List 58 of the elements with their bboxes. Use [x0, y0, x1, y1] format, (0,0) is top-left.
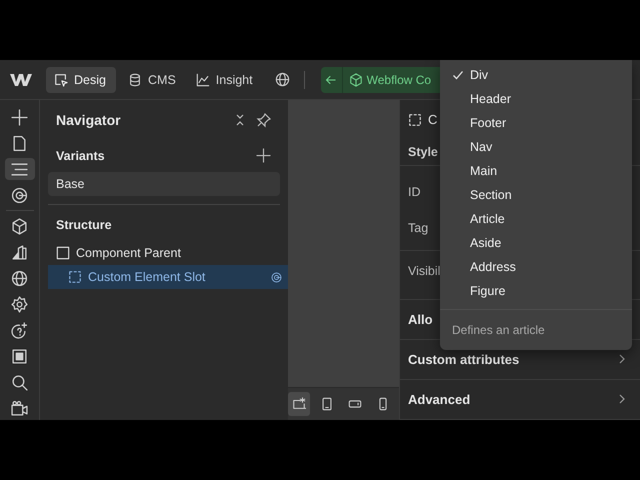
variant-item[interactable]: Base	[48, 172, 280, 196]
menu-option[interactable]: Aside	[440, 231, 632, 255]
logo-icon[interactable]	[10, 72, 32, 86]
plus-icon	[11, 108, 28, 126]
checkbox-icon	[56, 246, 70, 260]
section-heading: Variants	[56, 149, 106, 163]
menu-icon	[11, 160, 28, 178]
dashed-square-icon	[68, 270, 82, 284]
gear-icon	[11, 296, 28, 312]
dashed-square-icon	[408, 112, 422, 127]
menu-option[interactable]: Div	[440, 63, 632, 87]
cursor-icon	[54, 72, 68, 86]
globe-icon	[11, 270, 28, 286]
nav-tab[interactable]: Insight	[188, 66, 261, 92]
help-icon	[11, 322, 28, 338]
device-button[interactable]	[288, 392, 310, 416]
menu-option[interactable]: Header	[440, 87, 632, 111]
camera-icon	[11, 400, 28, 416]
pin-button[interactable]	[256, 112, 272, 128]
menu-option[interactable]: Address	[440, 255, 632, 279]
field-label: Visibil	[408, 264, 440, 278]
menu-option[interactable]: Footer	[440, 111, 632, 135]
globe-icon	[274, 72, 290, 87]
tablet-icon	[320, 397, 334, 411]
panel-title: Navigator	[56, 112, 122, 128]
target-icon	[271, 272, 282, 282]
search-icon	[11, 374, 28, 390]
tree-item[interactable]: Component Parent	[48, 241, 288, 265]
page-icon	[11, 134, 28, 152]
add-button[interactable]	[256, 148, 272, 164]
menu-option[interactable]: Section	[440, 183, 632, 207]
nav-tab[interactable]: CMS	[120, 66, 184, 92]
section-heading: Structure	[56, 218, 113, 232]
plus-icon	[256, 148, 271, 163]
field-label: ID	[408, 184, 420, 199]
cube-icon	[11, 218, 28, 234]
field-label: Tag	[408, 220, 428, 235]
rail-button[interactable]	[4, 158, 34, 180]
menu-option[interactable]: Article	[440, 207, 632, 231]
cube-icon	[348, 72, 363, 86]
target-icon	[11, 186, 28, 204]
shapes-icon	[11, 244, 28, 260]
chart-icon	[196, 72, 210, 86]
menu-option[interactable]: Nav	[440, 135, 632, 159]
menu-option[interactable]: Main	[440, 159, 632, 183]
pin-icon	[256, 112, 272, 128]
section-heading: Style	[408, 144, 438, 159]
square-icon	[11, 348, 28, 364]
arrow-left-icon	[325, 74, 338, 86]
tree-item[interactable]: Custom Element Slot	[48, 265, 288, 289]
menu-option[interactable]: Figure	[440, 279, 632, 303]
element-name: C	[428, 112, 438, 128]
breadcrumb-label[interactable]: Webflow Co	[366, 72, 432, 86]
nav-tab[interactable]: Desig	[46, 66, 116, 92]
section-header[interactable]: Advanced	[400, 380, 640, 420]
option-description: Defines an article	[451, 322, 546, 339]
desktop-icon	[292, 397, 306, 411]
database-icon	[128, 72, 142, 86]
